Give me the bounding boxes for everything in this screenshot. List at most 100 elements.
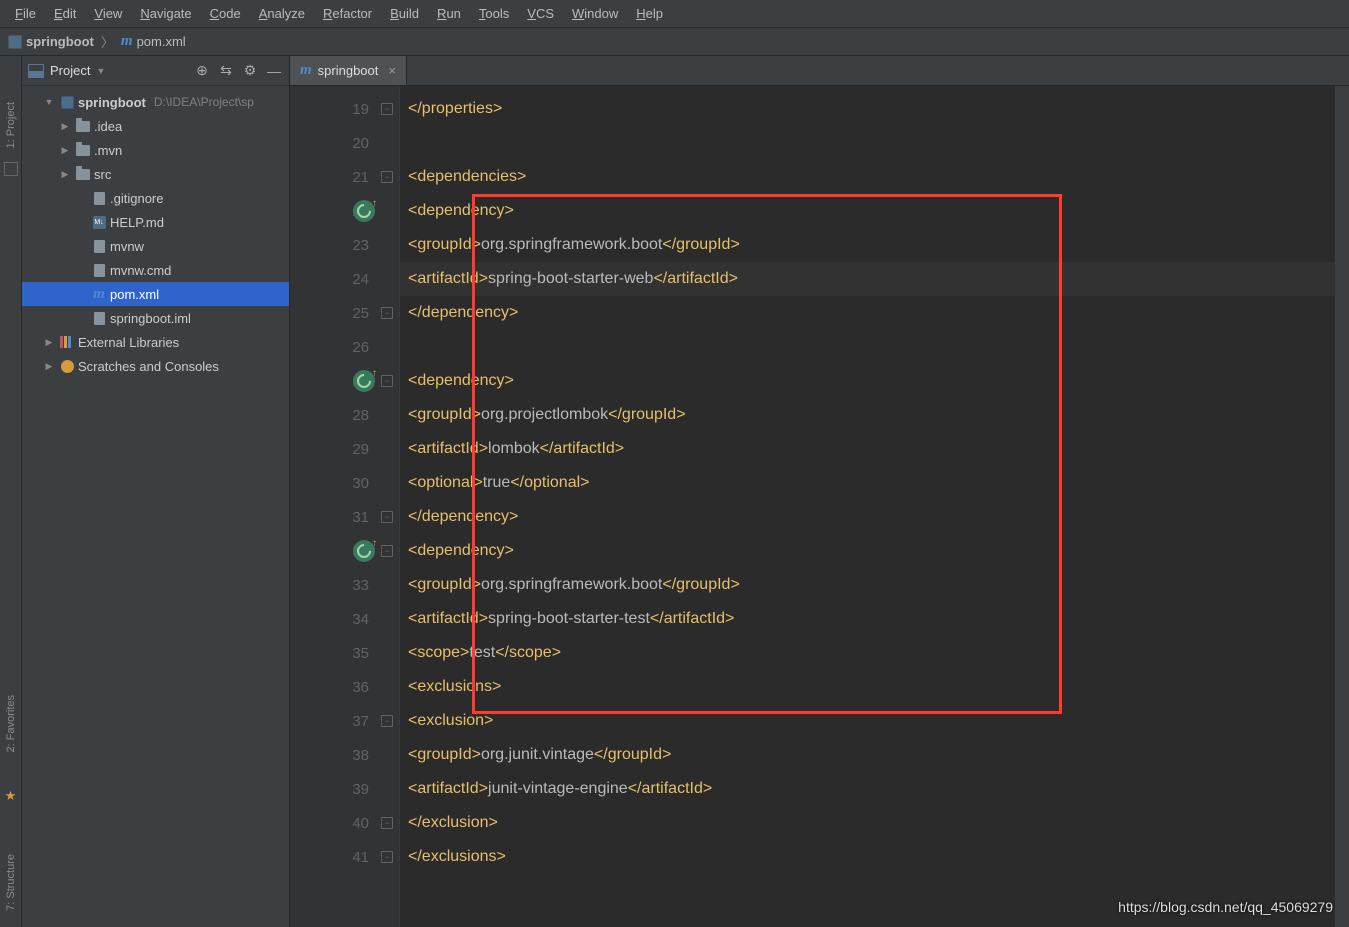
code-line[interactable]: <dependency> xyxy=(400,194,1349,228)
gutter-line[interactable]: 35 xyxy=(290,636,399,670)
hide-icon[interactable]: — xyxy=(265,62,283,80)
tree-item-springboot-iml[interactable]: springboot.iml xyxy=(22,306,289,330)
fold-icon[interactable]: − xyxy=(381,817,393,829)
tree-item-pom-xml[interactable]: mpom.xml xyxy=(22,282,289,306)
tree-item-mvnw[interactable]: mvnw xyxy=(22,234,289,258)
menu-view[interactable]: View xyxy=(85,2,131,25)
gutter-line[interactable]: 37− xyxy=(290,704,399,738)
menu-vcs[interactable]: VCS xyxy=(518,2,563,25)
tree-item-mvnw-cmd[interactable]: mvnw.cmd xyxy=(22,258,289,282)
toolwindow-structure-tab[interactable]: 7: Structure xyxy=(5,848,17,917)
code-line[interactable]: <exclusion> xyxy=(400,704,1349,738)
menu-build[interactable]: Build xyxy=(381,2,428,25)
gutter-line[interactable]: 31− xyxy=(290,500,399,534)
gutter-line[interactable]: 22↑ xyxy=(290,194,399,228)
project-panel-title[interactable]: Project ▼ xyxy=(50,63,187,78)
fold-icon[interactable]: − xyxy=(381,375,393,387)
menu-help[interactable]: Help xyxy=(627,2,672,25)
fold-icon[interactable]: − xyxy=(381,545,393,557)
gutter-line[interactable]: 23 xyxy=(290,228,399,262)
expand-icon[interactable]: ▶ xyxy=(58,169,72,180)
fold-icon[interactable]: − xyxy=(381,715,393,727)
editor-tab[interactable]: m springboot × xyxy=(290,56,407,85)
menu-tools[interactable]: Tools xyxy=(470,2,518,25)
code-line[interactable]: <groupId>org.junit.vintage</groupId> xyxy=(400,738,1349,772)
toolwindow-square-icon[interactable] xyxy=(4,162,18,176)
code-line[interactable]: </dependency> xyxy=(400,500,1349,534)
code-line[interactable]: <scope>test</scope> xyxy=(400,636,1349,670)
menu-refactor[interactable]: Refactor xyxy=(314,2,381,25)
code-line[interactable] xyxy=(400,126,1349,160)
code-content[interactable]: </properties> <dependencies> <dependency… xyxy=(400,86,1349,927)
tree-item-HELP-md[interactable]: M↓HELP.md xyxy=(22,210,289,234)
code-line[interactable]: <dependency> xyxy=(400,364,1349,398)
menu-edit[interactable]: Edit xyxy=(45,2,85,25)
fold-icon[interactable]: − xyxy=(381,307,393,319)
code-line[interactable]: <artifactId>lombok</artifactId> xyxy=(400,432,1349,466)
gutter-line[interactable]: 39 xyxy=(290,772,399,806)
expand-icon[interactable]: ▶ xyxy=(42,361,56,372)
code-line[interactable]: </dependency> xyxy=(400,296,1349,330)
locate-icon[interactable]: ⊕ xyxy=(193,62,211,80)
gutter-line[interactable]: 26 xyxy=(290,330,399,364)
gutter-line[interactable]: 32−↑ xyxy=(290,534,399,568)
gutter-line[interactable]: 20 xyxy=(290,126,399,160)
code-line[interactable]: </exclusions> xyxy=(400,840,1349,874)
gutter-line[interactable]: 40− xyxy=(290,806,399,840)
fold-icon[interactable]: − xyxy=(381,171,393,183)
tree-item--mvn[interactable]: ▶.mvn xyxy=(22,138,289,162)
gutter-line[interactable]: 19− xyxy=(290,92,399,126)
tree-external-libraries[interactable]: ▶ External Libraries xyxy=(22,330,289,354)
code-line[interactable]: <artifactId>spring-boot-starter-test</ar… xyxy=(400,602,1349,636)
spring-gutter-icon[interactable]: ↑ xyxy=(353,370,375,392)
gutter-line[interactable]: 33 xyxy=(290,568,399,602)
menu-code[interactable]: Code xyxy=(201,2,250,25)
gutter-line[interactable]: 24 xyxy=(290,262,399,296)
toolwindow-favorites-tab[interactable]: 2: Favorites xyxy=(5,689,17,758)
fold-icon[interactable]: − xyxy=(381,511,393,523)
toolwindow-project-tab[interactable]: 1: Project xyxy=(5,96,17,154)
tree-item-src[interactable]: ▶src xyxy=(22,162,289,186)
code-line[interactable]: <artifactId>spring-boot-starter-web</art… xyxy=(400,262,1349,296)
gutter-line[interactable]: 28 xyxy=(290,398,399,432)
code-line[interactable]: <artifactId>junit-vintage-engine</artifa… xyxy=(400,772,1349,806)
fold-icon[interactable]: − xyxy=(381,851,393,863)
gutter-line[interactable]: 25− xyxy=(290,296,399,330)
gutter-line[interactable]: 21− xyxy=(290,160,399,194)
code-line[interactable]: </properties> xyxy=(400,92,1349,126)
project-view-icon[interactable] xyxy=(28,64,44,78)
tree-item--idea[interactable]: ▶.idea xyxy=(22,114,289,138)
code-line[interactable]: <groupId>org.projectlombok</groupId> xyxy=(400,398,1349,432)
spring-gutter-icon[interactable]: ↑ xyxy=(353,540,375,562)
code-line[interactable]: <groupId>org.springframework.boot</group… xyxy=(400,568,1349,602)
gutter-line[interactable]: 30 xyxy=(290,466,399,500)
project-tree[interactable]: ▼ springboot D:\IDEA\Project\sp ▶.idea▶.… xyxy=(22,86,289,927)
menu-run[interactable]: Run xyxy=(428,2,470,25)
gutter-line[interactable]: 36 xyxy=(290,670,399,704)
gutter-line[interactable]: 41− xyxy=(290,840,399,874)
code-editor[interactable]: 19−2021−22↑232425−2627−↑28293031−32−↑333… xyxy=(290,86,1349,927)
expand-icon[interactable]: ▶ xyxy=(58,121,72,132)
code-line[interactable]: <optional>true</optional> xyxy=(400,466,1349,500)
gutter-line[interactable]: 38 xyxy=(290,738,399,772)
code-line[interactable]: </exclusion> xyxy=(400,806,1349,840)
code-line[interactable]: <dependency> xyxy=(400,534,1349,568)
code-line[interactable]: <groupId>org.springframework.boot</group… xyxy=(400,228,1349,262)
expand-icon[interactable]: ▶ xyxy=(42,337,56,348)
tree-root[interactable]: ▼ springboot D:\IDEA\Project\sp xyxy=(22,90,289,114)
close-icon[interactable]: × xyxy=(388,63,396,78)
scrollbar[interactable] xyxy=(1335,86,1349,927)
tree-item--gitignore[interactable]: .gitignore xyxy=(22,186,289,210)
gutter-line[interactable]: 34 xyxy=(290,602,399,636)
spring-gutter-icon[interactable]: ↑ xyxy=(353,200,375,222)
collapse-icon[interactable]: ⇆ xyxy=(217,62,235,80)
gutter-line[interactable]: 27−↑ xyxy=(290,364,399,398)
menu-navigate[interactable]: Navigate xyxy=(131,2,200,25)
menu-window[interactable]: Window xyxy=(563,2,627,25)
breadcrumb-project[interactable]: springboot xyxy=(8,34,94,49)
gutter-line[interactable]: 29 xyxy=(290,432,399,466)
code-line[interactable]: <exclusions> xyxy=(400,670,1349,704)
fold-icon[interactable]: − xyxy=(381,103,393,115)
code-line[interactable] xyxy=(400,330,1349,364)
code-line[interactable]: <dependencies> xyxy=(400,160,1349,194)
